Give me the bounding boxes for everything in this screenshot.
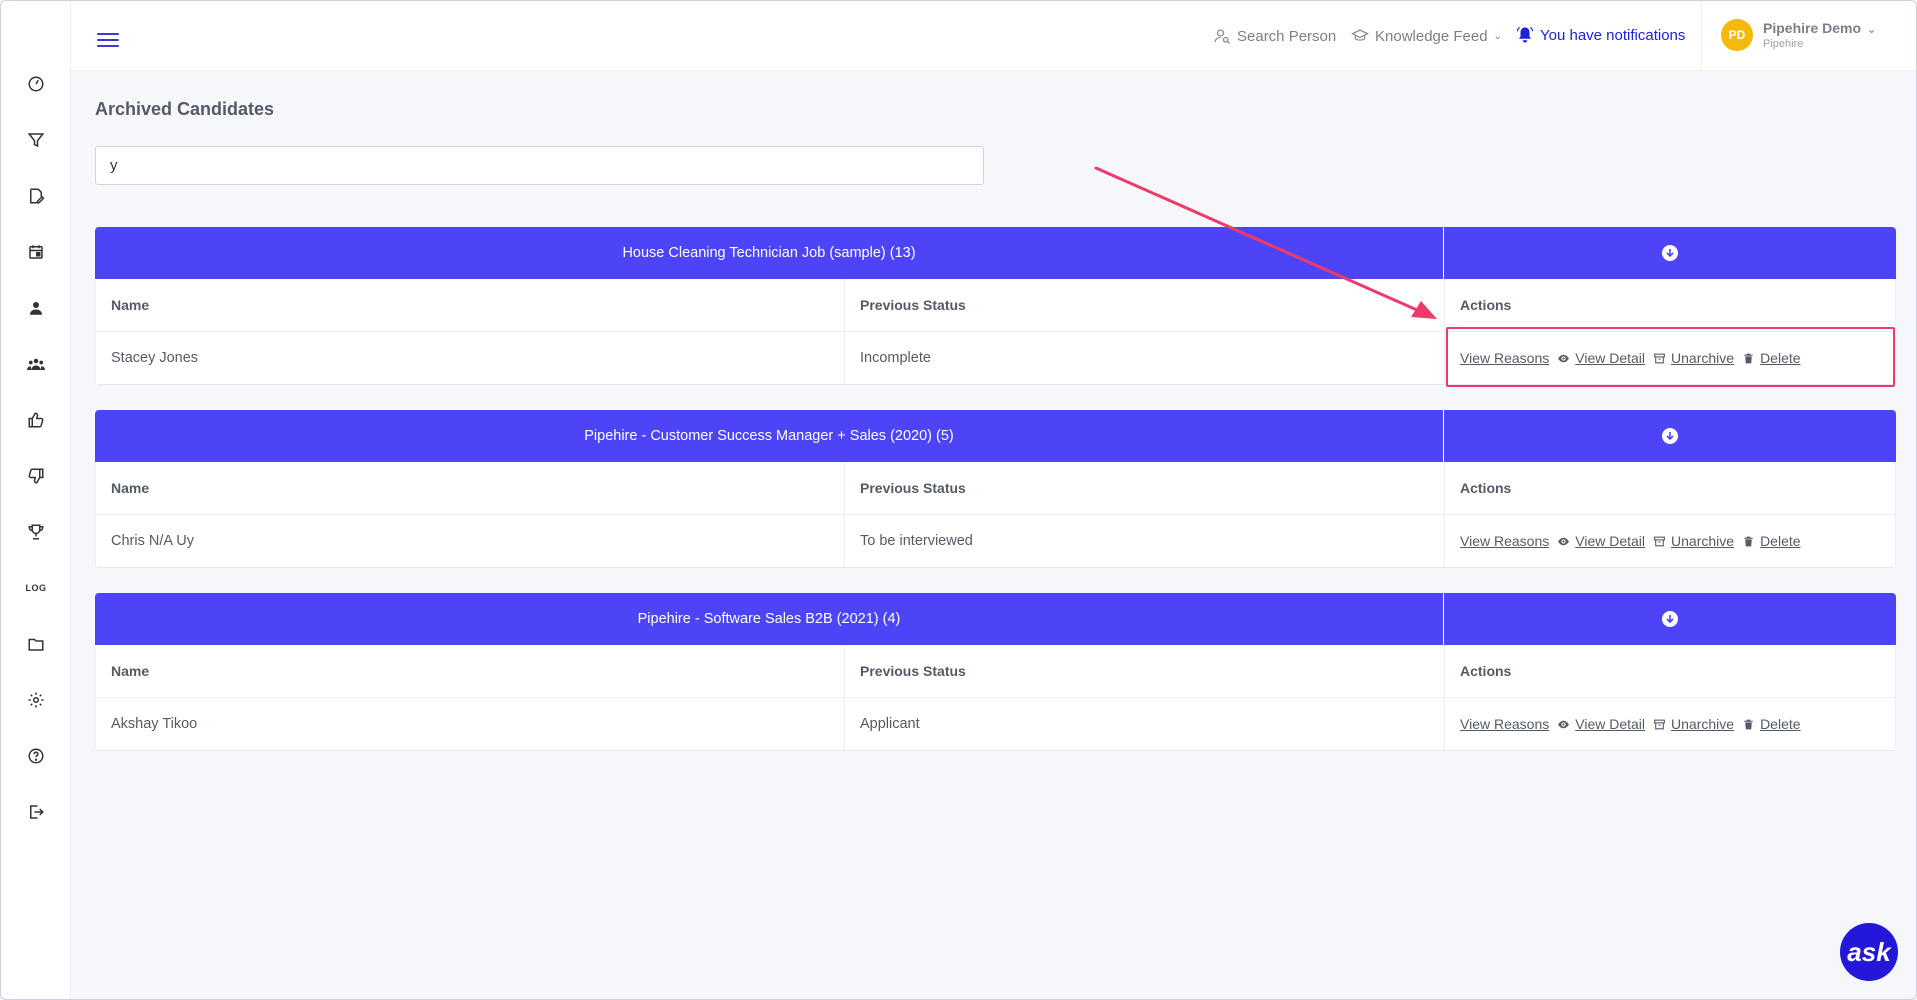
- column-header-actions: Actions: [1460, 480, 1512, 496]
- search-person-link[interactable]: Search Person: [1213, 27, 1336, 45]
- ask-button[interactable]: ask: [1840, 923, 1898, 981]
- column-header-name: Name: [96, 645, 845, 697]
- funnel-icon[interactable]: [23, 127, 49, 153]
- arrow-down-circle-icon: [1662, 428, 1678, 444]
- job-table-header: Pipehire - Customer Success Manager + Sa…: [95, 410, 1896, 462]
- table-row: Akshay Tikoo Applicant View Reasons View De…: [95, 698, 1896, 751]
- delete-link[interactable]: Delete: [1742, 716, 1801, 732]
- candidate-previous-status: To be interviewed: [845, 515, 1445, 567]
- profile-menu[interactable]: PD Pipehire Demo ⌄ Pipehire: [1721, 19, 1876, 51]
- knowledge-feed-dropdown[interactable]: Knowledge Feed ⌄: [1351, 27, 1502, 45]
- column-header-actions: Actions: [1460, 297, 1512, 313]
- candidate-previous-status: Applicant: [845, 698, 1445, 750]
- archive-box-icon: [1654, 536, 1665, 546]
- settings-icon[interactable]: [23, 687, 49, 713]
- view-detail-link[interactable]: View Detail: [1557, 716, 1645, 732]
- eye-icon: [1558, 537, 1570, 545]
- view-reasons-link[interactable]: View Reasons: [1460, 716, 1549, 732]
- calendar-icon[interactable]: [23, 239, 49, 265]
- column-header-name: Name: [96, 462, 845, 514]
- log-icon[interactable]: LOG: [23, 575, 49, 601]
- dashboard-icon[interactable]: [23, 71, 49, 97]
- knowledge-feed-label: Knowledge Feed: [1375, 27, 1488, 45]
- bell-icon: [1516, 26, 1534, 43]
- avatar: PD: [1721, 19, 1753, 51]
- job-table: Pipehire - Customer Success Manager + Sa…: [95, 410, 1896, 568]
- row-actions: View Reasons View Detail Unarchive Delete: [1460, 716, 1801, 732]
- chevron-down-icon: ⌄: [1867, 24, 1877, 36]
- candidate-previous-status: Incomplete: [845, 332, 1445, 384]
- person-icon[interactable]: [23, 295, 49, 321]
- arrow-down-circle-icon: [1662, 611, 1678, 627]
- thumbs-up-icon[interactable]: [23, 407, 49, 433]
- trophy-icon[interactable]: [23, 519, 49, 545]
- eye-icon: [1558, 720, 1570, 728]
- sidebar: LOG: [1, 1, 71, 999]
- table-header-row: Name Previous Status Actions: [95, 462, 1896, 515]
- table-header-row: Name Previous Status Actions: [95, 645, 1896, 698]
- trash-icon: [1744, 536, 1753, 546]
- column-header-previous-status: Previous Status: [845, 645, 1445, 697]
- unarchive-link[interactable]: Unarchive: [1653, 533, 1734, 549]
- expand-toggle[interactable]: [1444, 593, 1896, 645]
- delete-link[interactable]: Delete: [1742, 533, 1801, 549]
- job-table-header: House Cleaning Technician Job (sample) (…: [95, 227, 1896, 279]
- unarchive-link[interactable]: Unarchive: [1653, 716, 1734, 732]
- expand-toggle[interactable]: [1444, 227, 1896, 279]
- job-title: Pipehire - Software Sales B2B (2021) (4): [95, 593, 1444, 645]
- table-header-row: Name Previous Status Actions: [95, 279, 1896, 332]
- search-person-label: Search Person: [1237, 27, 1337, 45]
- view-detail-link[interactable]: View Detail: [1557, 533, 1645, 549]
- help-icon[interactable]: [23, 743, 49, 769]
- graduation-cap-icon: [1351, 29, 1369, 41]
- arrow-down-circle-icon: [1662, 245, 1678, 261]
- menu-toggle-icon[interactable]: [97, 33, 119, 49]
- folder-icon[interactable]: [23, 631, 49, 657]
- archive-box-icon: [1654, 719, 1665, 729]
- column-header-actions: Actions: [1460, 663, 1512, 679]
- job-table: Pipehire - Software Sales B2B (2021) (4)…: [95, 593, 1896, 751]
- candidate-name: Stacey Jones: [96, 332, 845, 384]
- search-input[interactable]: [95, 146, 984, 185]
- thumbs-down-icon[interactable]: [23, 463, 49, 489]
- page-title: Archived Candidates: [95, 99, 275, 119]
- edit-document-icon[interactable]: [23, 183, 49, 209]
- log-label: LOG: [25, 583, 47, 593]
- app-window: LOG Search Person Knowledge Feed ⌄ You h…: [0, 0, 1917, 1000]
- topbar: Search Person Knowledge Feed ⌄ You have …: [71, 1, 1916, 71]
- notifications-link[interactable]: You have notifications: [1516, 26, 1685, 44]
- column-header-name: Name: [96, 279, 845, 331]
- view-reasons-link[interactable]: View Reasons: [1460, 533, 1549, 549]
- notifications-label: You have notifications: [1540, 26, 1686, 44]
- candidate-name: Akshay Tikoo: [96, 698, 845, 750]
- topbar-divider: [1701, 1, 1702, 71]
- trash-icon: [1744, 719, 1753, 729]
- person-search-icon: [1214, 29, 1230, 44]
- expand-toggle[interactable]: [1444, 410, 1896, 462]
- logout-icon[interactable]: [23, 799, 49, 825]
- job-table-header: Pipehire - Software Sales B2B (2021) (4): [95, 593, 1896, 645]
- job-title: Pipehire - Customer Success Manager + Sa…: [95, 410, 1444, 462]
- annotation-highlight-box: [1446, 327, 1895, 387]
- table-row: Chris N/A Uy To be interviewed View Reason…: [95, 515, 1896, 568]
- profile-org: Pipehire: [1763, 38, 1804, 50]
- column-header-previous-status: Previous Status: [845, 462, 1445, 514]
- chevron-down-icon: ⌄: [1493, 30, 1502, 42]
- candidate-name: Chris N/A Uy: [96, 515, 845, 567]
- team-icon[interactable]: [23, 351, 49, 377]
- row-actions: View Reasons View Detail Unarchive Delete: [1460, 533, 1801, 549]
- profile-name: Pipehire Demo ⌄: [1763, 20, 1877, 36]
- annotation-arrow: [1094, 166, 1437, 319]
